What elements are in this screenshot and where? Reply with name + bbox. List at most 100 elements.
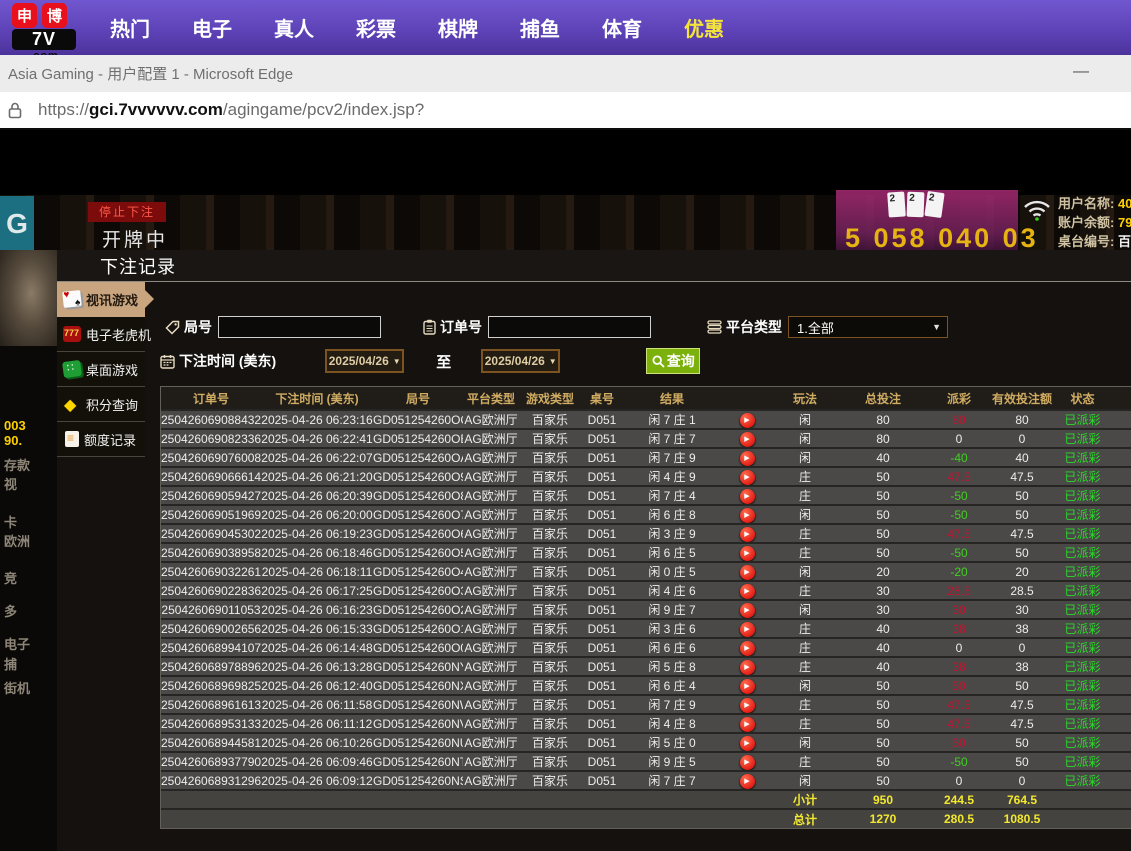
table-number-cell: D051 [581,524,623,543]
order-number-input[interactable] [488,316,651,338]
nav-item-live[interactable]: 真人 [274,13,314,42]
play-replay-icon[interactable]: ▶ [740,413,755,428]
round-number-cell: GD051254260O1 [373,619,463,638]
round-number-label: 局号 [165,317,212,337]
play-replay-icon[interactable]: ▶ [740,432,755,447]
play-replay-icon[interactable]: ▶ [740,698,755,713]
nav-item-slots[interactable]: 电子 [192,13,232,42]
domino-icon [62,360,82,378]
site-logo[interactable]: 申 博 7V .com [0,0,88,55]
valid-bet-cell: 50 [989,676,1055,695]
playing-cards-graphic: 222 [888,192,943,217]
payout-cell: 47.5 [929,695,989,714]
status-cell: 已派彩 [1055,448,1110,467]
table-number-cell: D051 [581,752,623,771]
play-replay-icon[interactable]: ▶ [740,489,755,504]
replay-cell: ▶ [721,752,773,771]
status-badge: 已派彩 [1064,508,1100,522]
nav-item-promo[interactable]: 优惠 [684,13,724,42]
nav-item-sports[interactable]: 体育 [602,13,642,42]
nav-item-board-games[interactable]: 棋牌 [438,13,478,42]
round-number-input[interactable] [218,316,381,338]
play-replay-icon[interactable]: ▶ [740,717,755,732]
valid-bet-cell: 0 [989,638,1055,657]
status-badge: 已派彩 [1064,698,1100,712]
sidebar-item-video-games[interactable]: 视讯游戏 [57,282,145,317]
table-number-cell: D051 [581,505,623,524]
play-replay-icon[interactable]: ▶ [740,508,755,523]
minimize-button[interactable]: — [1073,63,1089,81]
replay-cell: ▶ [721,771,773,790]
play-replay-icon[interactable]: ▶ [740,755,755,770]
game-type-cell: 百家乐 [519,467,581,486]
bet-time-cell: 2025-04-26 06:09:12 [261,771,373,790]
play-replay-icon[interactable]: ▶ [740,622,755,637]
play-replay-icon[interactable]: ▶ [740,660,755,675]
status-cell: 已派彩 [1055,429,1110,448]
order-number-cell: 250426069076008 [161,448,261,467]
play-method-cell: 庄 [773,752,837,771]
play-replay-icon[interactable]: ▶ [740,584,755,599]
table-row: 2504260689698252025-04-26 06:12:40GD0512… [161,676,1131,695]
result-cell: 闲 7 庄 9 [623,695,721,714]
date-from-select[interactable]: 2025/04/26▼ [325,349,404,373]
round-number-cell: GD051254260OC [373,410,463,429]
search-icon [652,355,665,368]
replay-cell: ▶ [721,543,773,562]
table-row: 2504260689788962025-04-26 06:13:28GD0512… [161,657,1131,676]
payout-cell: 47.5 [929,524,989,543]
table-row: 2504260689616132025-04-26 06:11:58GD0512… [161,695,1131,714]
bet-time-cell: 2025-04-26 06:23:16 [261,410,373,429]
order-number-cell: 250426069032261 [161,562,261,581]
play-replay-icon[interactable]: ▶ [740,527,755,542]
play-method-cell: 庄 [773,638,837,657]
date-to-select[interactable]: 2025/04/26▼ [481,349,560,373]
game-action-cell [1110,410,1131,429]
url-text[interactable]: https://gci.7vvvvvv.com/agingame/pcv2/in… [38,100,424,120]
bet-time-cell: 2025-04-26 06:10:26 [261,733,373,752]
asia-gaming-logo: G [0,196,34,252]
play-replay-icon[interactable]: ▶ [740,565,755,580]
sidebar-item-label: 额度记录 [84,430,136,449]
modal-title: 下注记录 [100,253,176,279]
play-replay-icon[interactable]: ▶ [740,641,755,656]
play-replay-icon[interactable]: ▶ [740,451,755,466]
table-number-cell: D051 [581,714,623,733]
search-button[interactable]: 查询 [646,348,700,374]
sidebar-item-points-query[interactable]: 积分查询 [57,387,145,422]
game-type-cell: 百家乐 [519,638,581,657]
table-number-cell: D051 [581,733,623,752]
nav-item-fishing[interactable]: 捕鱼 [520,13,560,42]
replay-cell: ▶ [721,714,773,733]
play-replay-icon[interactable]: ▶ [740,774,755,789]
tag-icon [165,320,180,335]
platform-type-select[interactable]: 1.全部 ▼ [788,316,948,338]
round-number-cell: GD051254260O5 [373,543,463,562]
logo-badge-2: 博 [42,3,67,28]
play-replay-icon[interactable]: ▶ [740,546,755,561]
sidebar-item-table-games[interactable]: 桌面游戏 [57,352,145,387]
play-method-cell: 闲 [773,505,837,524]
sidebar-item-quota-records[interactable]: 额度记录 [57,422,145,457]
replay-cell: ▶ [721,619,773,638]
play-replay-icon[interactable]: ▶ [740,736,755,751]
play-replay-icon[interactable]: ▶ [740,603,755,618]
round-number-cell: GD051254260O6 [373,524,463,543]
play-replay-icon[interactable]: ▶ [740,470,755,485]
order-number-cell: 250426068994107 [161,638,261,657]
left-background-strip: 00390.存款 视卡欧洲 竞多电子 捕街机 [0,250,57,851]
content-area: G 停止下注 开牌中 222 5 058 040 03 用户名称: 400: 账… [0,130,1131,851]
bet-records-table: 订单号下注时间 (美东)局号平台类型游戏类型桌号结果玩法总投注派彩有效投注额状态… [160,386,1131,829]
play-replay-icon[interactable]: ▶ [740,679,755,694]
table-number-cell: D051 [581,429,623,448]
sidebar-item-slot-machines[interactable]: 电子老虎机 [57,317,145,352]
status-cell: 已派彩 [1055,657,1110,676]
nav-item-lottery[interactable]: 彩票 [356,13,396,42]
valid-bet-cell: 47.5 [989,695,1055,714]
table-number-cell: D051 [581,695,623,714]
platform-cell: AG欧洲厅 [463,543,519,562]
platform-cell: AG欧洲厅 [463,638,519,657]
result-cell: 闲 6 庄 5 [623,543,721,562]
nav-item-hot[interactable]: 热门 [110,13,150,42]
platform-cell: AG欧洲厅 [463,429,519,448]
